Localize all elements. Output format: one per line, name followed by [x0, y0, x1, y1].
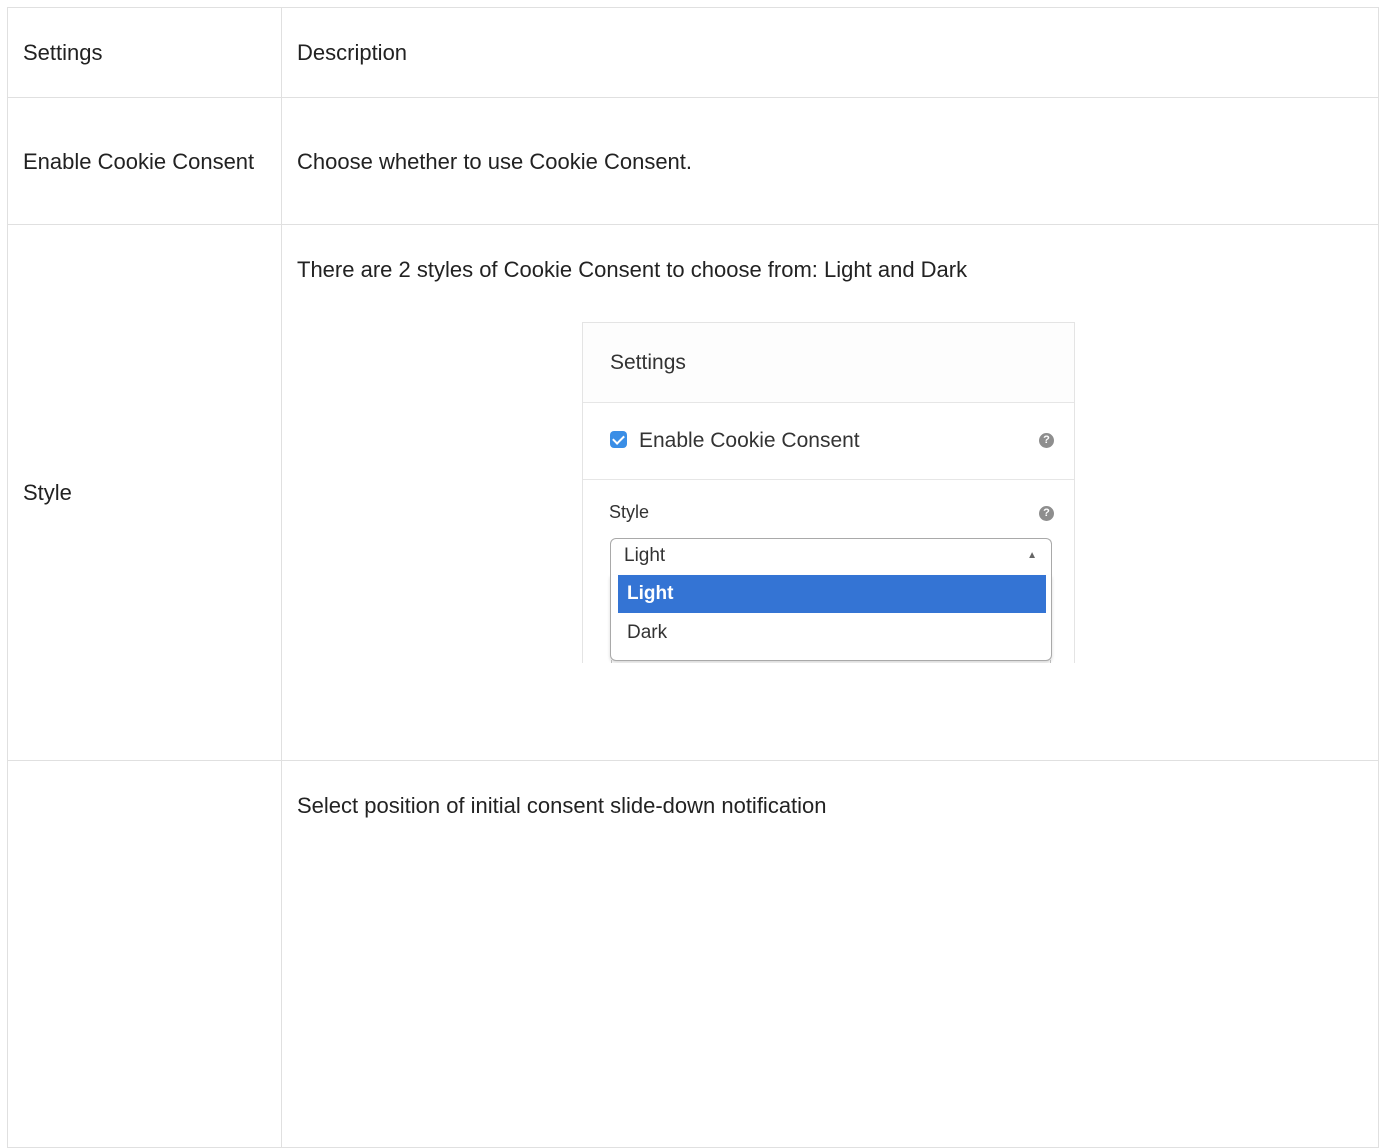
help-icon[interactable]: ?: [1039, 433, 1054, 448]
setting-description: Select position of initial consent slide…: [281, 760, 1379, 1148]
setting-description: Choose whether to use Cookie Consent.: [281, 97, 1379, 225]
option-dark[interactable]: Dark: [618, 614, 1046, 652]
style-dropdown: Light Dark: [610, 575, 1052, 661]
table-row: Enable Cookie Consent Choose whether to …: [7, 97, 1379, 225]
style-select[interactable]: Light ▲: [610, 538, 1052, 576]
setting-name: [7, 760, 282, 1148]
select-value: Light: [624, 545, 666, 566]
help-icon[interactable]: ?: [1039, 506, 1054, 521]
style-label: Style: [609, 502, 650, 522]
select-underlying-edge: [611, 660, 1051, 663]
setting-name: Enable Cookie Consent: [7, 97, 282, 225]
enable-checkbox[interactable]: [610, 431, 627, 449]
enable-cookie-consent-row[interactable]: Enable Cookie Consent ?: [583, 403, 1074, 480]
settings-screenshot-panel: Settings Enable Cookie Consent ? Style ?…: [582, 322, 1075, 663]
setting-name: Style: [7, 224, 282, 761]
header-settings: Settings: [7, 7, 282, 98]
table-header-row: Settings Description: [7, 7, 1379, 98]
chevron-up-icon: ▲: [1027, 550, 1037, 561]
enable-label: Enable Cookie Consent: [639, 429, 860, 452]
panel-title: Settings: [583, 323, 1074, 403]
table-row: Select position of initial consent slide…: [7, 760, 1379, 1148]
option-light[interactable]: Light: [618, 575, 1046, 613]
header-description: Description: [281, 7, 1379, 98]
